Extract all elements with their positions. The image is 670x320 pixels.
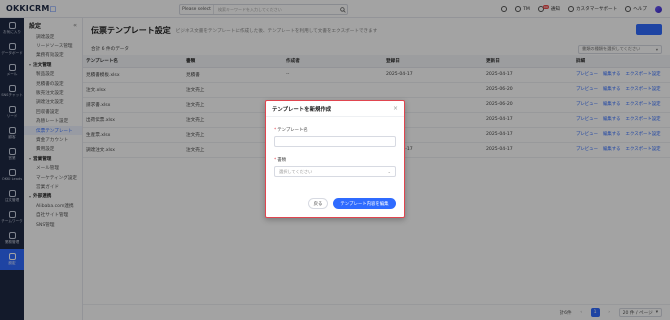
chevron-down-icon: ⌄ — [387, 169, 391, 174]
edit-template-content-button[interactable]: テンプレート内容を編集 — [333, 198, 396, 209]
document-type-label: *書類 — [266, 157, 404, 163]
dialog-header: テンプレートを新規作成 × — [266, 101, 404, 117]
label-text: テンプレート名 — [277, 128, 308, 133]
cancel-button[interactable]: 戻る — [308, 198, 328, 209]
close-icon[interactable]: × — [393, 105, 398, 112]
template-name-label: *テンプレート名 — [266, 127, 404, 133]
label-text: 書類 — [277, 158, 286, 163]
select-placeholder: 選択してください — [279, 168, 313, 174]
template-name-input[interactable] — [274, 136, 396, 147]
new-template-dialog: テンプレートを新規作成 × *テンプレート名 *書類 選択してください ⌄ 戻る… — [265, 100, 405, 218]
dialog-title: テンプレートを新規作成 — [272, 106, 332, 113]
required-mark: * — [274, 128, 277, 133]
dialog-footer: 戻る テンプレート内容を編集 — [308, 198, 396, 209]
required-mark: * — [274, 158, 277, 163]
document-type-select[interactable]: 選択してください ⌄ — [274, 166, 396, 177]
